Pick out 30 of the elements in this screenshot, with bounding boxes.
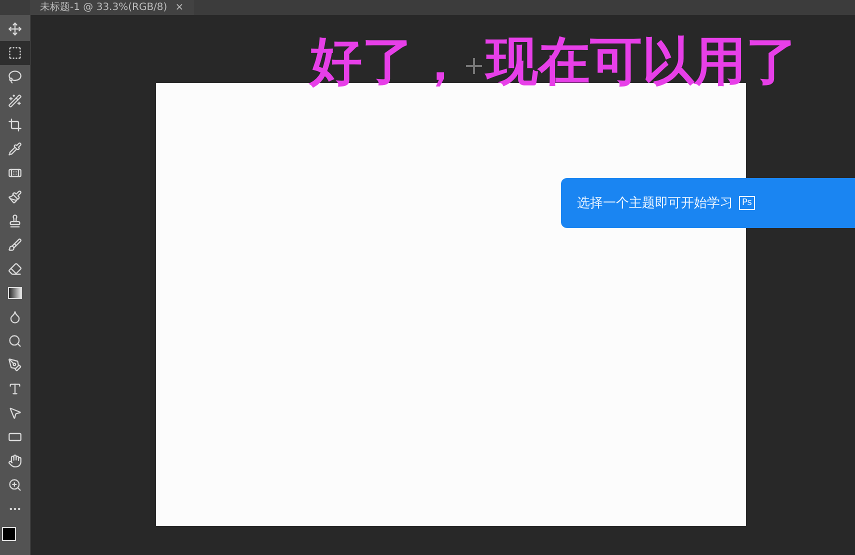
lasso-icon [8,70,22,84]
bandage-icon [8,166,22,180]
move-icon [8,22,22,36]
tool-button[interactable] [0,41,30,65]
gradient-icon [8,287,22,299]
arrow-pointer-icon [8,406,22,420]
pen-icon [8,358,22,372]
caption-text: 现在可以用了 [486,31,798,94]
eraser-icon [8,262,22,276]
tip-banner[interactable]: 选择一个主题即可开始学习 Ps [561,178,855,228]
caption-text: 好了， [310,31,466,94]
eyedropper-icon [8,142,22,156]
crosshair-cursor-icon [466,58,482,74]
brush-icon [8,238,22,252]
rectangle-icon [8,430,22,444]
type-icon [8,382,22,396]
tip-text: 选择一个主题即可开始学习 [577,195,733,212]
wand-icon [8,94,22,108]
close-tab-button[interactable]: × [175,2,184,14]
app-badge: Ps [739,196,755,210]
stamp-icon [8,214,22,228]
crop-icon [8,118,22,132]
color-swatch[interactable] [2,527,16,541]
zoom-icon [8,478,22,492]
hand-icon [8,454,22,468]
tab-title: 未标题-1 @ 33.3%(RGB/8) [40,1,168,14]
droplet-icon [8,310,22,324]
dashed-square-icon [8,46,22,60]
document-tab[interactable]: 未标题-1 @ 33.3%(RGB/8) × [30,0,194,15]
brush-icon [8,190,22,204]
